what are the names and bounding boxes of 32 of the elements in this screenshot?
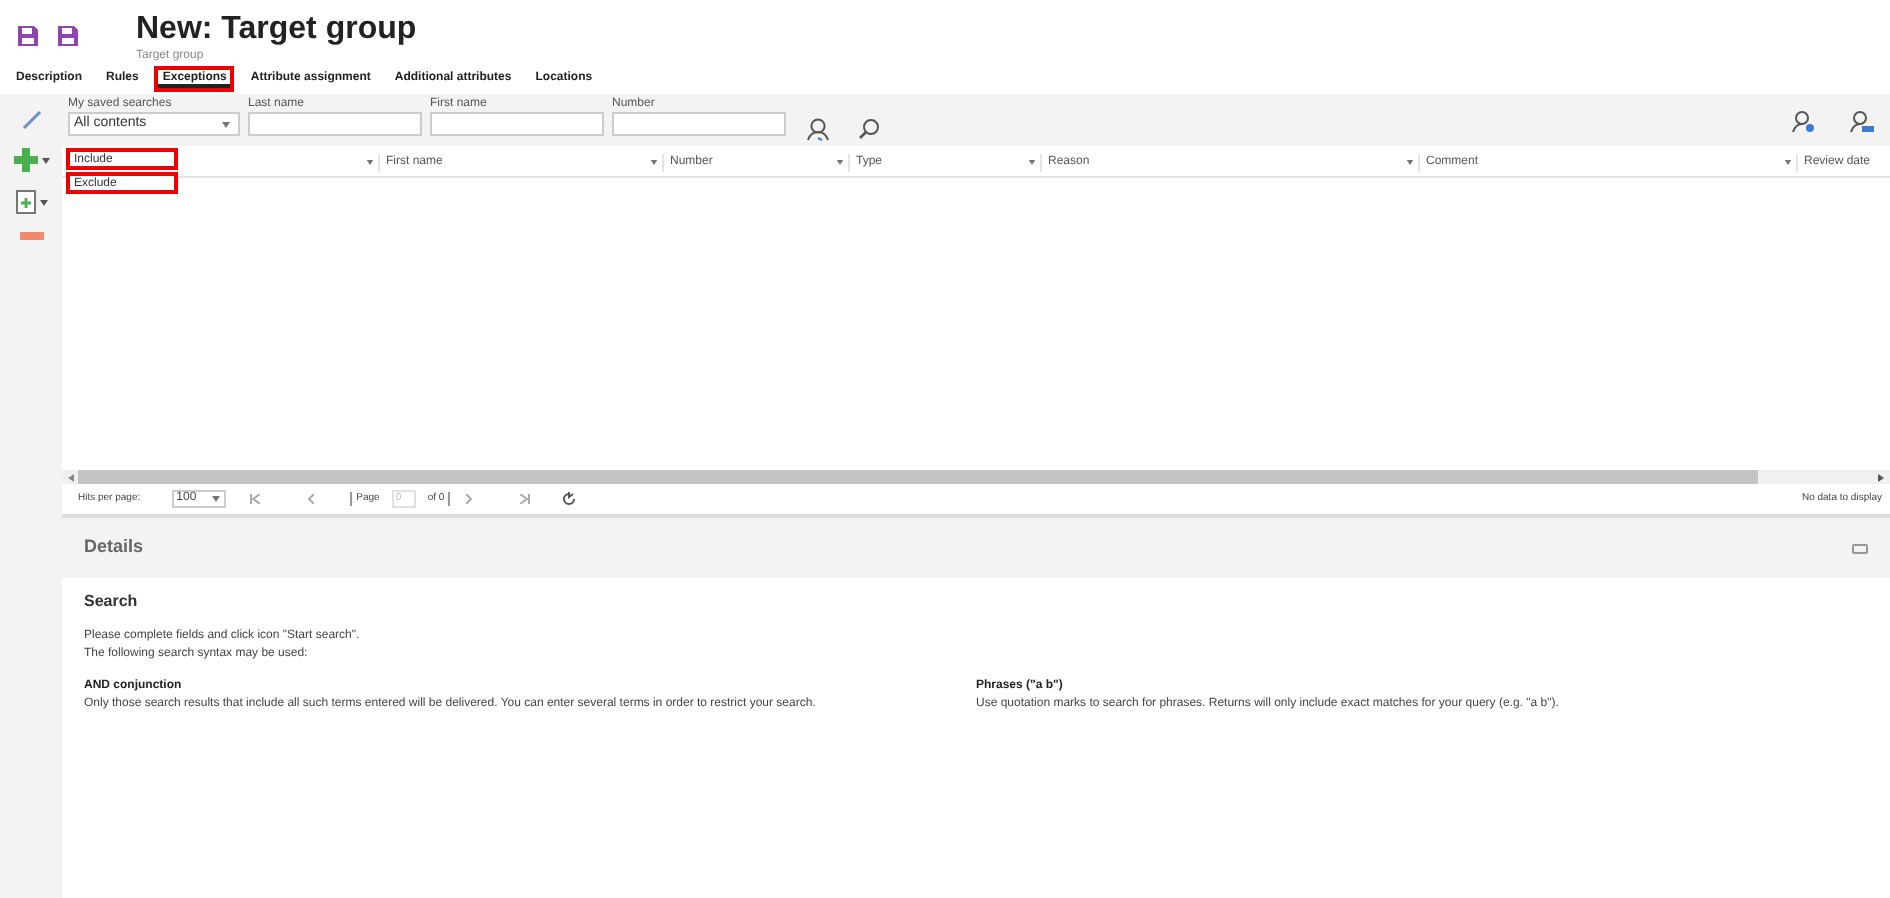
add-document-icon[interactable] [15, 190, 35, 214]
person-remove-icon[interactable] [1850, 110, 1874, 134]
person-search-icon[interactable] [806, 118, 830, 142]
sort-icon[interactable] [366, 159, 374, 165]
sort-icon[interactable] [650, 159, 658, 165]
caret-icon [222, 121, 230, 127]
save-icon[interactable] [16, 24, 40, 48]
input-field[interactable] [248, 112, 422, 136]
search-icon[interactable] [858, 118, 880, 140]
sort-icon[interactable] [1406, 159, 1414, 165]
input-field[interactable] [612, 112, 786, 136]
sort-icon[interactable] [836, 159, 844, 165]
pencil-icon[interactable] [21, 110, 41, 130]
previous-page-icon[interactable] [308, 494, 315, 504]
next-page-icon[interactable] [466, 494, 473, 504]
caret-icon [212, 496, 221, 502]
sort-icon[interactable] [1028, 159, 1036, 165]
sort-icon[interactable] [1784, 159, 1792, 165]
scroll-right-icon[interactable] [1878, 473, 1886, 481]
caret-icon[interactable] [41, 157, 49, 163]
first-page-icon[interactable] [250, 494, 261, 504]
last-page-icon[interactable] [520, 494, 531, 504]
details-title: Details [84, 534, 144, 561]
person-settings-icon[interactable] [1792, 110, 1816, 134]
page-title: New: Target group [136, 12, 417, 48]
input-field[interactable] [430, 112, 604, 136]
scrollbar-thumb[interactable] [78, 470, 1758, 484]
save-icon[interactable] [56, 24, 80, 48]
details-heading: Search [84, 590, 140, 614]
refresh-icon[interactable] [562, 492, 577, 506]
panel-icon[interactable] [1852, 543, 1868, 553]
caret-icon[interactable] [39, 199, 47, 205]
